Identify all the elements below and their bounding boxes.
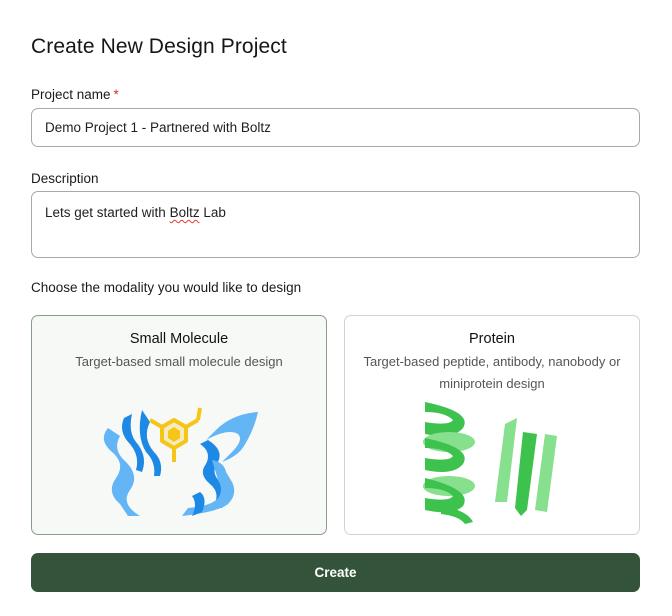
modality-description: Target-based peptide, antibody, nanobody… — [363, 354, 621, 391]
modality-title: Protein — [469, 331, 515, 347]
beta-strand — [515, 432, 537, 516]
modality-card-small-molecule[interactable]: Small Molecule Target-based small molecu… — [31, 315, 327, 535]
create-button[interactable]: Create — [31, 553, 640, 592]
protein-illustration — [423, 402, 557, 524]
page-title: Create New Design Project — [31, 35, 287, 58]
project-name-label-text: Project name — [31, 87, 111, 102]
description-text-start: Lets get started with — [45, 205, 170, 220]
beta-strand — [495, 418, 517, 502]
description-text-end: Lab — [199, 205, 226, 220]
modality-prompt: Choose the modality you would like to de… — [31, 280, 302, 295]
project-name-label: Project name * — [31, 87, 119, 102]
modality-description: Target-based small molecule design — [75, 354, 283, 369]
beta-strand — [535, 434, 557, 512]
modality-title: Small Molecule — [129, 331, 229, 347]
protein-helix — [423, 402, 475, 524]
description-label: Description — [31, 171, 99, 186]
description-input[interactable]: Lets get started with Boltz Lab — [31, 191, 640, 258]
modality-card-protein[interactable]: Protein Target-based peptide, antibody, … — [344, 315, 640, 535]
small-molecule-illustration — [103, 407, 258, 516]
project-name-input[interactable]: Demo Project 1 - Partnered with Boltz — [31, 108, 640, 147]
misspelled-word: Boltz — [169, 205, 200, 220]
required-marker: * — [113, 87, 119, 102]
